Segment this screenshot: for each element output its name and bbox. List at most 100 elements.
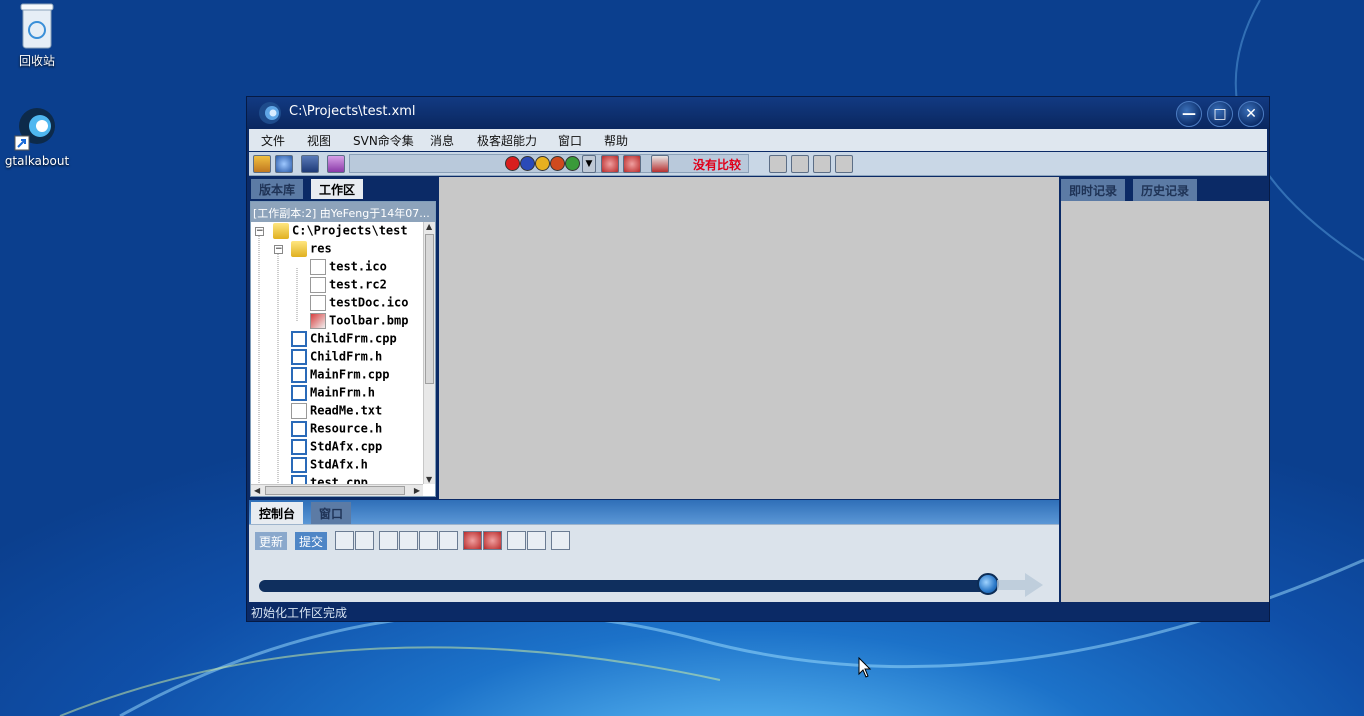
title-bar[interactable]: C:\Projects\test.xml — □ ✕ bbox=[247, 97, 1269, 129]
minimize-button[interactable]: — bbox=[1176, 101, 1202, 127]
tree-item-file[interactable]: StdAfx.h bbox=[291, 457, 368, 475]
branch-icon[interactable] bbox=[379, 531, 398, 550]
tree-item-file[interactable]: ChildFrm.h bbox=[291, 349, 382, 367]
scroll-thumb[interactable] bbox=[425, 234, 434, 384]
tree-item-file[interactable]: testDoc.ico bbox=[310, 295, 408, 313]
gtalkabout-icon bbox=[13, 104, 61, 152]
tree-item-file[interactable]: Toolbar.bmp bbox=[310, 313, 408, 331]
export-icon[interactable] bbox=[651, 155, 669, 173]
scroll-down-arrow-icon[interactable]: ▼ bbox=[426, 475, 432, 484]
scroll-right-arrow-icon[interactable]: ▶ bbox=[414, 486, 420, 495]
flag-icon[interactable] bbox=[507, 531, 526, 550]
progress-arrow-icon bbox=[997, 573, 1043, 597]
print-icon[interactable] bbox=[791, 155, 809, 173]
menu-messages[interactable]: 消息 bbox=[430, 132, 454, 149]
compare-icon-1[interactable] bbox=[505, 156, 520, 171]
tree-item-res[interactable]: res bbox=[291, 241, 332, 259]
menu-geek-powers[interactable]: 极客超能力 bbox=[477, 132, 537, 149]
menu-file[interactable]: 文件 bbox=[261, 132, 285, 149]
swap-icon[interactable] bbox=[813, 155, 831, 173]
dropdown-arrow-icon[interactable]: ▼ bbox=[582, 155, 596, 173]
tree-item-file[interactable]: StdAfx.cpp bbox=[291, 439, 382, 457]
tab-workspace[interactable]: 工作区 bbox=[311, 179, 364, 199]
menu-svn-commands[interactable]: SVN命令集 bbox=[353, 132, 414, 149]
tree-item-label: ReadMe.txt bbox=[310, 403, 383, 418]
console-area: 更新 提交 bbox=[249, 524, 1059, 602]
close-button[interactable]: ✕ bbox=[1238, 101, 1264, 127]
branch-icon[interactable] bbox=[419, 531, 438, 550]
workspace-tree: [工作副本:2] 由YeFeng于14年07... − − C:\Project… bbox=[250, 201, 436, 497]
file-ok-icon bbox=[310, 277, 326, 293]
tab-window[interactable]: 窗口 bbox=[311, 502, 352, 524]
desktop-icon-gtalkabout[interactable]: gtalkabout bbox=[2, 104, 72, 168]
sync-icon[interactable] bbox=[527, 531, 546, 550]
link-icon[interactable] bbox=[769, 155, 787, 173]
search-log-icon[interactable] bbox=[483, 531, 502, 550]
tree-vertical-scrollbar[interactable]: ▲ ▼ bbox=[423, 222, 435, 484]
calendar-icon[interactable] bbox=[551, 531, 570, 550]
open-folder-icon[interactable] bbox=[253, 155, 271, 173]
menu-window[interactable]: 窗口 bbox=[558, 132, 582, 149]
update-button[interactable]: 更新 bbox=[255, 532, 288, 550]
search-icon[interactable] bbox=[601, 155, 619, 173]
main-toolbar: ▼ 没有比较 bbox=[249, 152, 1267, 176]
tab-repository[interactable]: 版本库 bbox=[251, 179, 304, 199]
monitor-icon[interactable] bbox=[301, 155, 319, 173]
progress-bar bbox=[259, 580, 995, 592]
cpp-file-ok-icon bbox=[291, 457, 307, 473]
tab-instant-log[interactable]: 即时记录 bbox=[1061, 179, 1126, 201]
maximize-button[interactable]: □ bbox=[1207, 101, 1233, 127]
compare-icon-5[interactable] bbox=[565, 156, 580, 171]
tree-item-file[interactable]: test.rc2 bbox=[310, 277, 387, 295]
recycle-bin-icon bbox=[19, 2, 55, 50]
tree-item-label: Resource.h bbox=[310, 421, 383, 436]
commit-button[interactable]: 提交 bbox=[295, 532, 328, 550]
tree-item-file[interactable]: ChildFrm.cpp bbox=[291, 331, 397, 349]
tree-horizontal-scrollbar[interactable]: ◀ ▶ bbox=[251, 484, 423, 496]
tree-item-label: MainFrm.h bbox=[310, 385, 376, 400]
tree-item-file[interactable]: Resource.h bbox=[291, 421, 382, 439]
tree-item-label: StdAfx.h bbox=[310, 457, 368, 472]
tree-item-file[interactable]: MainFrm.cpp bbox=[291, 367, 389, 385]
compare-icon-2[interactable] bbox=[520, 156, 535, 171]
status-bar: 初始化工作区完成 bbox=[247, 602, 1269, 621]
branch-icon[interactable] bbox=[439, 531, 458, 550]
scroll-thumb[interactable] bbox=[265, 486, 405, 495]
menu-help[interactable]: 帮助 bbox=[604, 132, 628, 149]
log-panel-tabs: 即时记录 历史记录 bbox=[1061, 177, 1269, 201]
find-icon[interactable] bbox=[623, 155, 641, 173]
tree-item-file[interactable]: ReadMe.txt bbox=[291, 403, 382, 421]
cpp-file-ok-icon bbox=[291, 421, 307, 437]
tree-item-file[interactable]: MainFrm.h bbox=[291, 385, 375, 403]
tree-item-label: test.ico bbox=[329, 259, 387, 274]
tab-console[interactable]: 控制台 bbox=[251, 502, 304, 524]
browse-icon[interactable] bbox=[275, 155, 293, 173]
copy-icon[interactable] bbox=[355, 531, 374, 550]
tree-item-file[interactable]: test.ico bbox=[310, 259, 387, 277]
cpp-file-ok-icon bbox=[291, 367, 307, 383]
tree-item-label: StdAfx.cpp bbox=[310, 439, 383, 454]
compare-status-label: 没有比较 bbox=[693, 158, 742, 172]
compare-icon-3[interactable] bbox=[535, 156, 550, 171]
compare-icon-4[interactable] bbox=[550, 156, 565, 171]
merge-icon[interactable] bbox=[335, 531, 354, 550]
tree-item-root[interactable]: C:\Projects\test bbox=[273, 223, 408, 241]
tree-item-label: MainFrm.cpp bbox=[310, 367, 390, 382]
app-logo-icon bbox=[257, 101, 283, 125]
collapse-toggle-res[interactable]: − bbox=[274, 245, 283, 254]
tree-item-label: ChildFrm.h bbox=[310, 349, 383, 364]
scroll-up-arrow-icon[interactable]: ▲ bbox=[426, 222, 432, 231]
refresh-icon[interactable] bbox=[835, 155, 853, 173]
tab-history-log[interactable]: 历史记录 bbox=[1133, 179, 1198, 201]
tree-item-label: res bbox=[310, 241, 332, 256]
scroll-left-arrow-icon[interactable]: ◀ bbox=[254, 486, 260, 495]
search-log-icon[interactable] bbox=[463, 531, 482, 550]
filter-icon[interactable] bbox=[327, 155, 345, 173]
menu-view[interactable]: 视图 bbox=[307, 132, 331, 149]
tree-header: [工作副本:2] 由YeFeng于14年07... bbox=[251, 202, 435, 222]
collapse-toggle-root[interactable]: − bbox=[255, 227, 264, 236]
desktop-icon-recycle-bin[interactable]: 回收站 bbox=[2, 2, 72, 69]
tree-item-label: testDoc.ico bbox=[329, 295, 409, 310]
folder-ok-icon bbox=[273, 223, 289, 239]
branch-icon[interactable] bbox=[399, 531, 418, 550]
